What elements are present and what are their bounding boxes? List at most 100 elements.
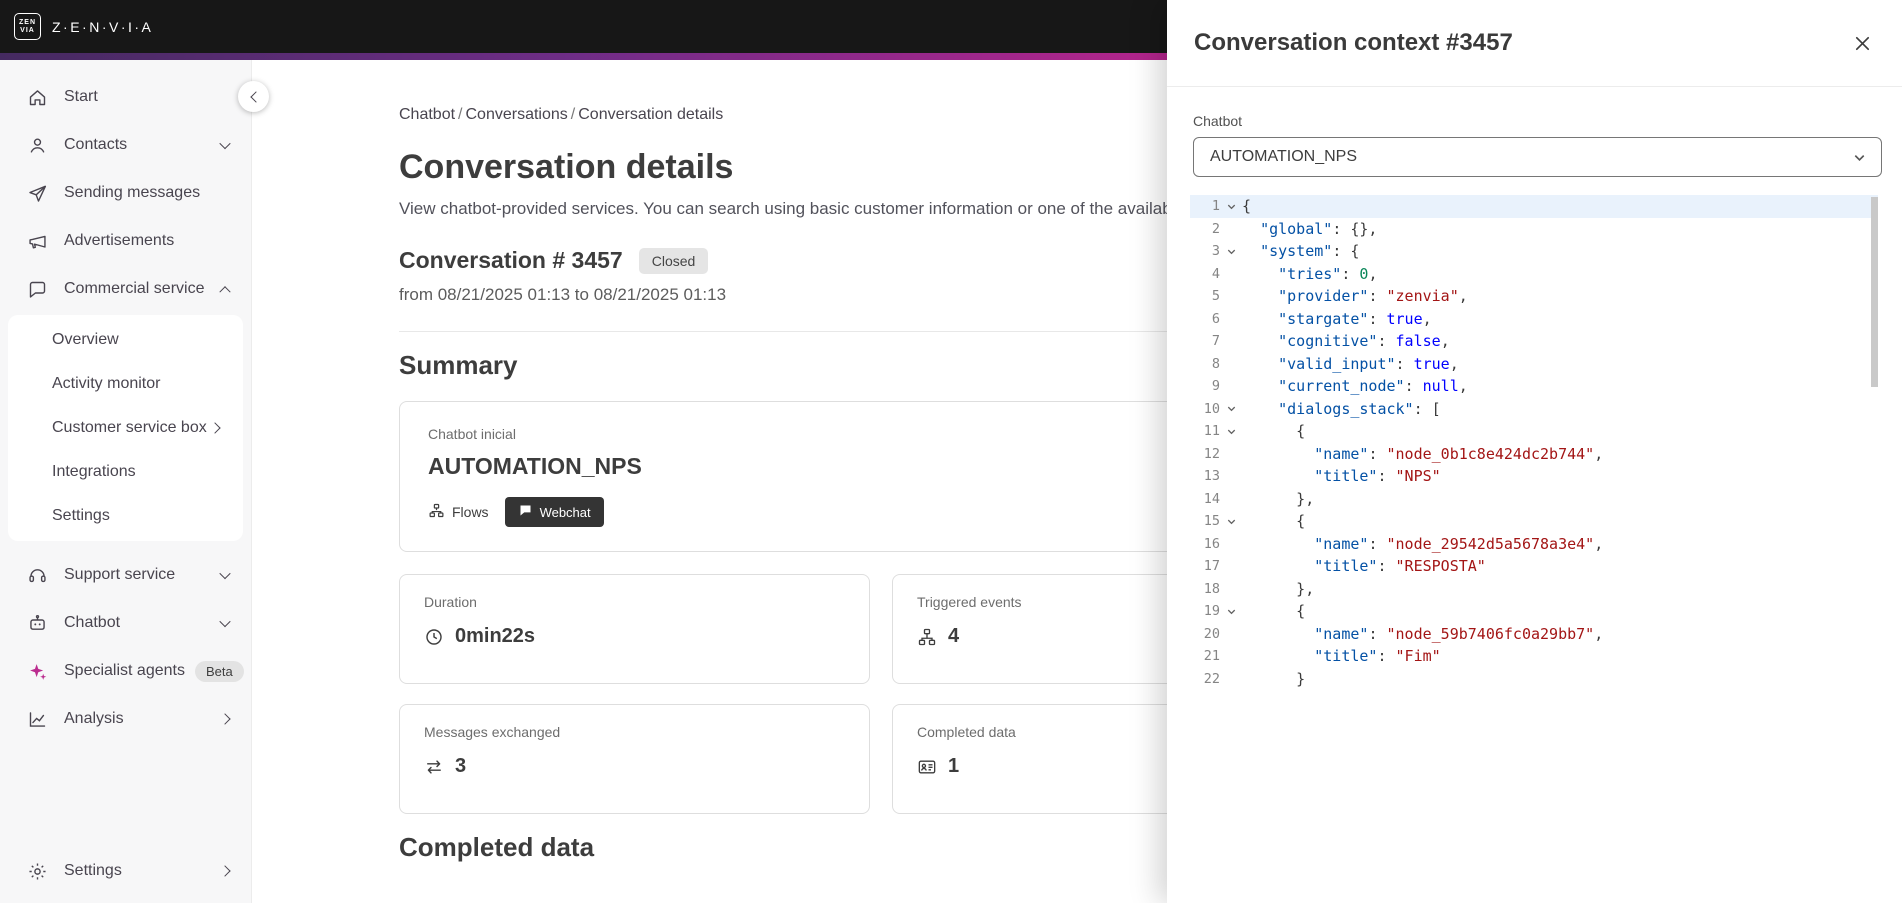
card-icon <box>917 757 937 777</box>
fold-chevron-icon[interactable] <box>1220 201 1242 212</box>
send-icon <box>26 182 48 204</box>
panel-title: Conversation context #3457 <box>1194 29 1513 56</box>
chatbot-select-value: AUTOMATION_NPS <box>1210 148 1357 165</box>
sidebar-item-advertisements[interactable]: Advertisements <box>0 217 251 265</box>
sidebar-item-start[interactable]: Start <box>0 73 251 121</box>
stat-value: 3 <box>424 755 845 778</box>
code-line-4[interactable]: 4 "tries": 0, <box>1190 263 1878 286</box>
breadcrumb-conversations[interactable]: Conversations <box>466 106 568 123</box>
breadcrumb-chatbot[interactable]: Chatbot <box>399 106 455 123</box>
code-line-2[interactable]: 2 "global": {}, <box>1190 218 1878 241</box>
gear-icon <box>26 860 48 882</box>
sidebar-collapse-button[interactable] <box>238 81 269 112</box>
exchange-icon <box>424 757 444 777</box>
submenu-item-integrations[interactable]: Integrations <box>8 450 243 494</box>
sidebar-item-label: Support service <box>64 566 176 583</box>
clock-icon <box>424 627 444 647</box>
code-text: "cognitive": false, <box>1278 332 1450 351</box>
code-line-11[interactable]: 11 { <box>1190 420 1878 443</box>
code-line-14[interactable]: 14 }, <box>1190 488 1878 511</box>
chevron-down-icon <box>1854 154 1865 161</box>
code-text: "title": "NPS" <box>1314 467 1441 486</box>
stat-card-messages-exchanged: Messages exchanged 3 <box>399 704 870 814</box>
sidebar-item-label: Specialist agents <box>64 662 185 679</box>
line-number: 18 <box>1203 580 1220 597</box>
beta-badge: Beta <box>194 660 244 682</box>
sparkles-icon <box>26 660 48 682</box>
json-editor[interactable]: 1{2 "global": {}, 3 "system": {4 "tries":… <box>1190 195 1878 690</box>
sidebar-item-chatbot[interactable]: Chatbot <box>0 599 251 647</box>
breadcrumb-separator: / <box>570 106 576 123</box>
close-icon <box>1855 36 1870 50</box>
sidebar-item-commercial-service[interactable]: Commercial service <box>0 265 251 313</box>
conversation-context-panel: Conversation context #3457 Chatbot AUTOM… <box>1167 0 1902 903</box>
fold-chevron-icon[interactable] <box>1220 403 1242 414</box>
chevron-down-icon <box>219 615 231 628</box>
brand-text: Z·E·N·V·I·A <box>52 18 154 35</box>
code-line-18[interactable]: 18 }, <box>1190 578 1878 601</box>
code-text: { <box>1242 197 1252 216</box>
chatbot-field-label: Chatbot <box>1193 113 1243 129</box>
zenvia-logo[interactable]: ZEN VIA Z·E·N·V·I·A <box>14 13 153 40</box>
code-text: "dialogs_stack": [ <box>1278 399 1441 418</box>
code-line-10[interactable]: 10 "dialogs_stack": [ <box>1190 398 1878 421</box>
webchat-tag: Webchat <box>504 497 604 527</box>
code-line-17[interactable]: 17 "title": "RESPOSTA" <box>1190 555 1878 578</box>
submenu-item-activity-monitor[interactable]: Activity monitor <box>8 362 243 406</box>
submenu-item-settings[interactable]: Settings <box>8 494 243 538</box>
code-line-1[interactable]: 1{ <box>1190 195 1878 218</box>
fold-chevron-icon[interactable] <box>1220 246 1242 257</box>
webchat-tag-label: Webchat <box>539 504 591 520</box>
sidebar-item-contacts[interactable]: Contacts <box>0 121 251 169</box>
code-line-21[interactable]: 21 "title": "Fim" <box>1190 645 1878 668</box>
code-text: }, <box>1242 579 1315 598</box>
code-line-3[interactable]: 3 "system": { <box>1190 240 1878 263</box>
code-line-12[interactable]: 12 "name": "node_0b1c8e424dc2b744", <box>1190 443 1878 466</box>
sidebar-item-bottom-settings[interactable]: Settings <box>0 847 251 895</box>
code-line-22[interactable]: 22 } <box>1190 668 1878 691</box>
chart-icon <box>26 708 48 730</box>
code-text: }, <box>1242 489 1315 508</box>
chevron-right-icon <box>219 713 231 725</box>
home-icon <box>26 86 48 108</box>
code-line-5[interactable]: 5 "provider": "zenvia", <box>1190 285 1878 308</box>
submenu-item-label: Customer service box <box>52 419 207 436</box>
sidebar-item-label: Sending messages <box>64 184 201 201</box>
flow-icon <box>917 627 937 647</box>
sidebar-item-sending-messages[interactable]: Sending messages <box>0 169 251 217</box>
status-badge: Closed <box>638 247 709 274</box>
sidebar-lower-group: Support service Chatbot Specialist agents B… <box>0 551 251 743</box>
chevron-right-icon <box>219 865 231 877</box>
fold-chevron-icon[interactable] <box>1220 426 1242 437</box>
submenu-item-overview[interactable]: Overview <box>8 318 243 362</box>
chatbot-select[interactable]: AUTOMATION_NPS <box>1193 137 1882 177</box>
sidebar-top-group: Start Contacts Sending messages Advertiseme… <box>0 73 251 313</box>
code-line-16[interactable]: 16 "name": "node_29542d5a5678a3e4", <box>1190 533 1878 556</box>
sidebar-item-specialist-agents[interactable]: Specialist agents Beta <box>0 647 251 695</box>
code-line-15[interactable]: 15 { <box>1190 510 1878 533</box>
code-text: "name": "node_59b7406fc0a29bb7", <box>1314 624 1604 643</box>
sidebar-item-analysis[interactable]: Analysis <box>0 695 251 743</box>
code-line-20[interactable]: 20 "name": "node_59b7406fc0a29bb7", <box>1190 623 1878 646</box>
sidebar-item-support-service[interactable]: Support service <box>0 551 251 599</box>
editor-scrollbar[interactable] <box>1871 197 1878 387</box>
line-number: 20 <box>1203 625 1220 642</box>
stat-value-text: 1 <box>948 755 960 777</box>
submenu-item-customer-service-box[interactable]: Customer service box <box>8 406 243 450</box>
code-line-9[interactable]: 9 "current_node": null, <box>1190 375 1878 398</box>
code-text: "valid_input": true, <box>1278 354 1459 373</box>
code-line-13[interactable]: 13 "title": "NPS" <box>1190 465 1878 488</box>
code-line-8[interactable]: 8 "valid_input": true, <box>1190 353 1878 376</box>
code-line-7[interactable]: 7 "cognitive": false, <box>1190 330 1878 353</box>
fold-chevron-icon[interactable] <box>1220 606 1242 617</box>
megaphone-icon <box>26 230 48 252</box>
line-number: 8 <box>1211 355 1220 372</box>
code-text: { <box>1242 602 1306 621</box>
code-line-6[interactable]: 6 "stargate": true, <box>1190 308 1878 331</box>
line-number: 16 <box>1203 535 1220 552</box>
zenvia-logo-icon: ZEN VIA <box>14 13 41 40</box>
code-line-19[interactable]: 19 { <box>1190 600 1878 623</box>
line-number: 12 <box>1203 445 1220 462</box>
close-button[interactable] <box>1849 30 1876 57</box>
fold-chevron-icon[interactable] <box>1220 516 1242 527</box>
